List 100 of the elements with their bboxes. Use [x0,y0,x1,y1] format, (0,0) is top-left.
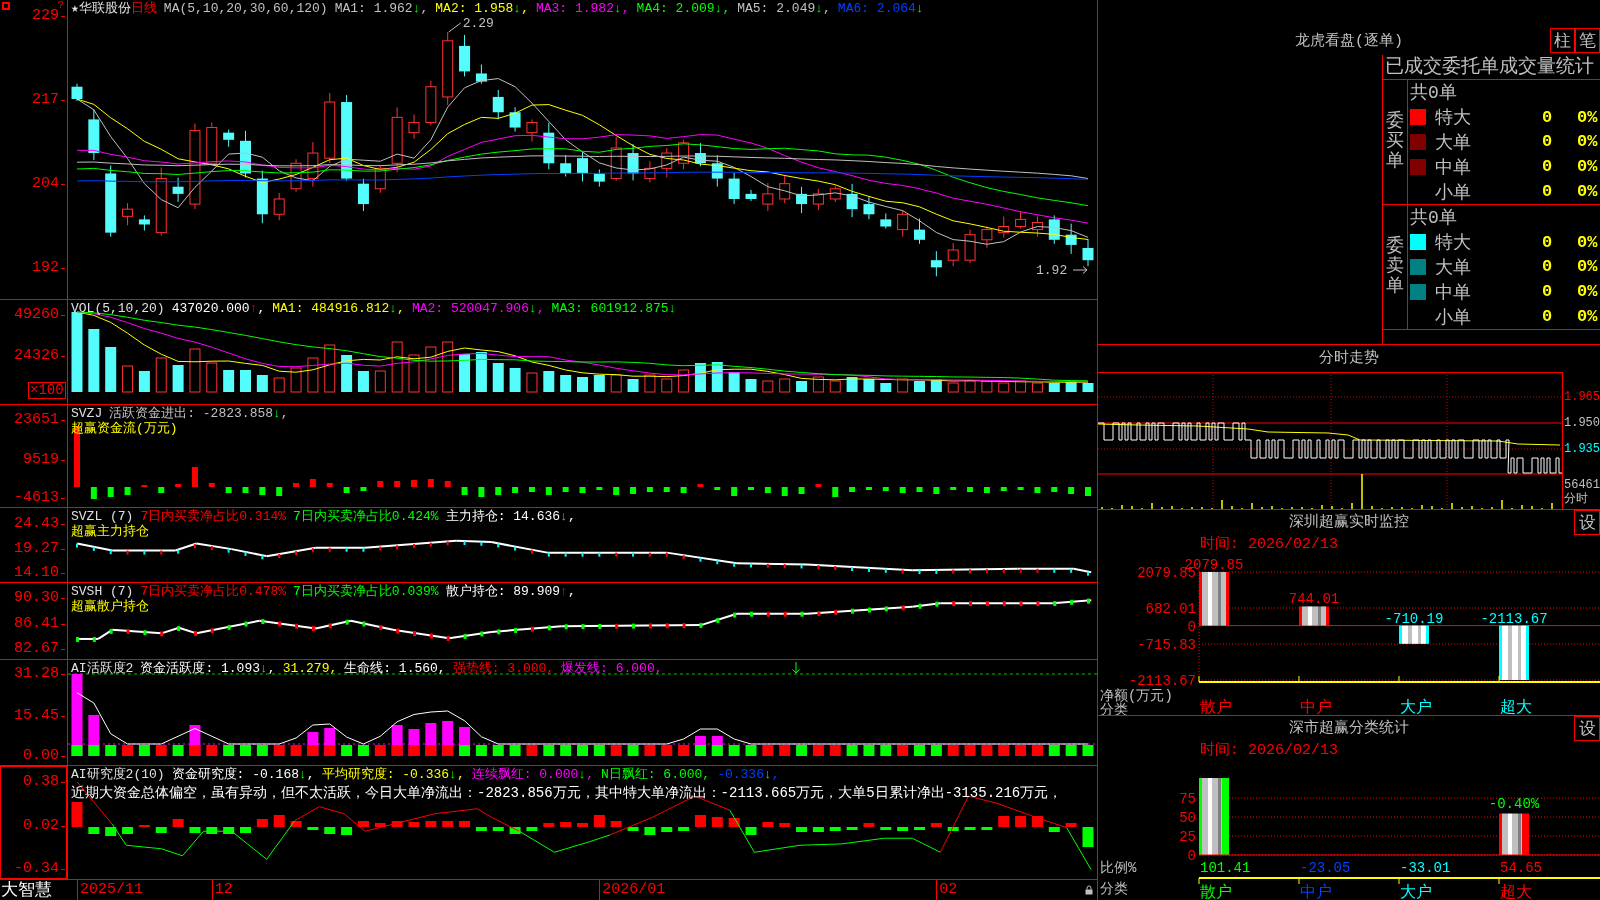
category-label: 散户 [1200,884,1232,900]
value-reading: -33.01 [1400,860,1451,876]
axis-title: 净额(万元) [1100,688,1173,704]
order-count: 0 [1542,157,1554,177]
indicator-value: 7日内买卖净占比0.478% [140,584,287,599]
order-size-label: 中单 [1435,281,1472,304]
category-label: 散户 [1200,699,1232,715]
indicator-value: 平均研究度: -0.336↓, [321,767,465,782]
indicator-value: 散户持仓: 89.909↑, [445,584,576,599]
order-share: 0% [1577,257,1599,277]
order-total: 共0单 [1410,82,1457,105]
indicator-name: SVZJ [71,406,103,421]
side-label: 委卖单 [1386,237,1404,297]
indicator-subtitle: 超赢散户持仓 [71,599,149,614]
panel-title: 深圳超赢实时监控 [1289,513,1409,532]
chart-bar [1299,606,1329,626]
arrow-icon [1072,266,1088,274]
indicator-value: 437020.000↑, [171,301,266,316]
chart-bar [1499,813,1529,855]
axis-tick-label: 0 [1187,618,1196,635]
category-label: 中户 [1300,699,1332,715]
view-button[interactable]: 笔 [1575,28,1600,53]
indicator-value: MA3: 1.982↓, [535,1,630,16]
down-arrow-icon [792,661,800,674]
indicator-value: 7日内买卖净占比0.039% [293,584,439,599]
axis-tick-label: 75 [1179,791,1196,808]
axis-tick-label: 25 [1179,829,1196,845]
order-share: 0% [1577,132,1599,152]
order-share: 0% [1577,182,1599,202]
annotation-label: -0.40% [1488,795,1540,812]
indicator-value: 爆发线: 6.000, [561,661,663,676]
period-label: 分时 [1564,492,1588,506]
indicator-value: 活跃资金进出: -2823.858↓, [109,406,289,421]
indicator-name: SVSH (7) [71,584,134,599]
order-share: 0% [1577,107,1599,127]
order-share: 0% [1577,282,1599,302]
category-label: 超大 [1500,884,1532,900]
order-count: 0 [1542,132,1554,152]
indicator-subtitle: 超赢主力持仓 [71,524,149,539]
price-label: 1.92 [1036,263,1068,278]
panel-title: 龙虎看盘(逐单) [1295,33,1403,52]
order-size-label: 大单 [1435,132,1472,154]
indicator-value: 7日内买卖净占比0.314% [140,509,287,524]
value-reading: -23.05 [1300,860,1351,876]
order-count: 0 [1542,182,1554,202]
indicator-value: MA1: 484916.812↓, [272,301,405,316]
indicator-value: MA6: 2.064↓ [837,1,924,16]
category-label: 大户 [1400,884,1432,900]
order-share: 0% [1577,307,1599,327]
order-size-label: 大单 [1435,257,1472,279]
view-button[interactable]: 柱 [1550,28,1575,53]
panel-title: 分时走势 [1319,349,1379,368]
order-size-label: 小单 [1435,181,1472,204]
order-share: 0% [1577,232,1599,252]
order-count: 0 [1542,232,1554,252]
square-icon [2,2,10,10]
order-size-label: 特大 [1435,107,1472,130]
value-reading: 101.41 [1200,860,1251,876]
indicator-params: MA(5,10,20,30,60,120) [163,1,328,16]
price-label: 2.29 [462,16,494,31]
axis-title: 分类 [1100,702,1128,715]
order-count: 0 [1542,107,1554,127]
category-label: 中户 [1300,884,1332,900]
panel-title: 深市超赢分类统计 [1289,719,1409,738]
axis-title: 分类 [1100,881,1128,897]
indicator-value: 连续飘红: 0.000↓, [471,767,594,782]
price-axis-label: 1.965 [1564,390,1600,404]
date-label: 12 [211,880,233,900]
indicator-value: 31.279, [282,661,338,676]
table-heading: 已成交委托单成交量统计 [1385,56,1594,78]
value-label: 744.01 [1288,591,1340,608]
price-axis-label: 1.935 [1564,442,1600,456]
timestamp: 时间: 2026/02/13 [1200,742,1339,759]
axis-tick-label: 682.01 [1145,601,1196,617]
indicator-value: 资金研究度: -0.168↓, [171,767,315,782]
indicator-name: ★华联股份 [71,1,131,16]
analysis-comment: 近期大资金总体偏空，虽有异动，但不太活跃，今日大单净流出：-2823.856万元，其中特大单净流出：-2113.665万元，大单5日累计净出-3135.216万元， [71,785,1063,802]
lock-icon[interactable] [1085,885,1093,895]
axis-title: 比例% [1100,860,1137,876]
brand-label: 大智慧 [0,880,52,900]
settings-button[interactable]: 设 [1574,716,1600,741]
value-label: -710.19 [1384,610,1444,627]
indicator-value: 7日内买卖净占比0.424% [293,509,439,524]
indicator-value: 资金活跃度: 1.093↓, [140,661,276,676]
leader-line [448,22,462,33]
indicator-value: MA2: 1.958↓, [435,1,529,16]
unit-badge: ×100 [28,382,66,399]
order-count: 0 [1542,307,1554,327]
timestamp: 时间: 2026/02/13 [1200,536,1339,553]
price-axis-label: 1.950 [1564,416,1600,430]
indicator-value: MA5: 2.049↓, [737,1,831,16]
axis-tick-label: -2113.67 [1128,673,1196,689]
indicator-name: AI研究度2(10) [71,767,165,782]
chart-bar [1499,625,1529,680]
indicator-name: VOL(5,10,20) [71,301,165,316]
settings-button[interactable]: 设 [1574,510,1600,535]
category-label: 大户 [1400,699,1432,715]
indicator-value: MA2: 520047.906↓, [411,301,545,316]
period-label: 日线 [130,1,157,16]
indicator-value: N日飘红: 6.000, [600,767,711,782]
